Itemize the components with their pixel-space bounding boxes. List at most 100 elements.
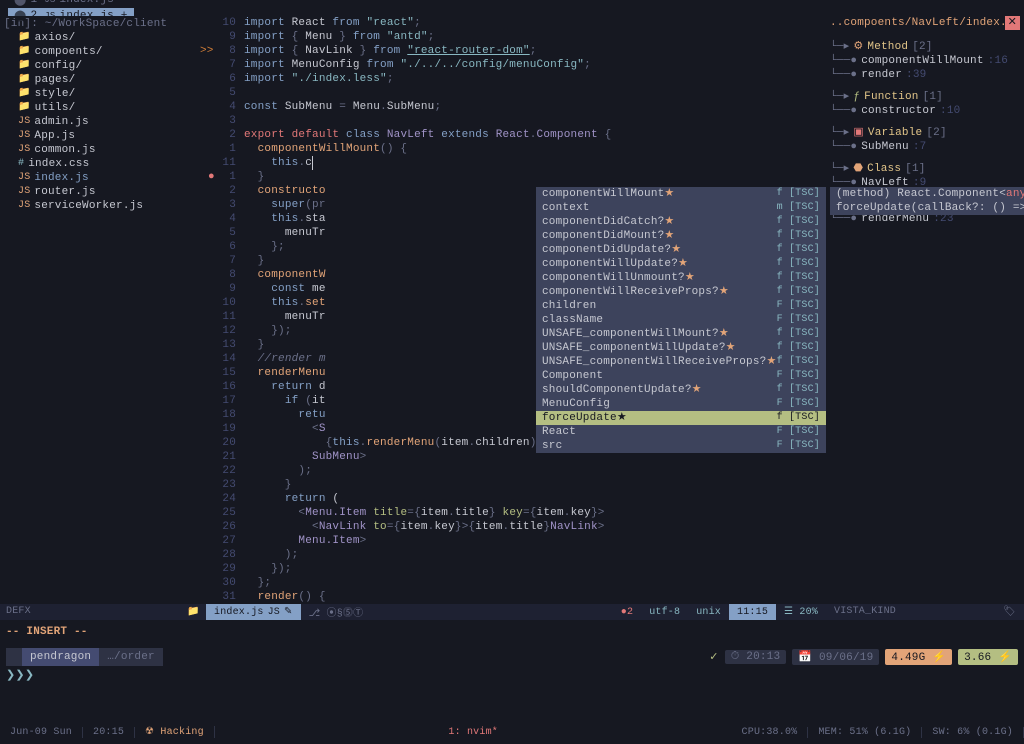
outline-section[interactable]: └─▸ ▣ Variable [2] └──●SubMenu:7 [830, 126, 1020, 162]
apple-icon [6, 648, 22, 666]
code-line[interactable]: >>8import { NavLink } from "react-router… [206, 44, 826, 58]
completion-item[interactable]: componentDidUpdate?★f [TSC] [536, 243, 826, 257]
tree-item-adminjs[interactable]: JS admin.js [4, 115, 202, 129]
tree-item-routerjs[interactable]: JS router.js [4, 185, 202, 199]
tmux-window[interactable]: 1: nvim* [215, 727, 732, 738]
completion-item[interactable]: contextm [TSC] [536, 201, 826, 215]
scroll-pct: ☰ 20% [776, 604, 826, 620]
outline-pane: ..compoents/NavLeft/index.js ✕ └─▸ ⚙ Met… [826, 16, 1024, 604]
completion-item[interactable]: componentWillMount★f [TSC] [536, 187, 826, 201]
close-icon[interactable]: ✕ [1005, 16, 1020, 30]
shell-prompt[interactable]: pendragon …/order ✓ ⏱ 20:13 📅 09/06/19 4… [0, 648, 1024, 688]
completion-item[interactable]: componentWillUpdate?★f [TSC] [536, 257, 826, 271]
tab-index.js[interactable]: ⬤ 1 JS index.js [8, 0, 134, 8]
tmux-time: 20:15 [83, 727, 135, 738]
completion-item[interactable]: componentWillUnmount?★f [TSC] [536, 271, 826, 285]
file-pill: index.js JS ✎ [206, 604, 301, 620]
code-line[interactable]: 31 render() { [206, 590, 826, 604]
code-line[interactable]: 30 }; [206, 576, 826, 590]
prompt-time: ⏱ 20:13 [725, 650, 787, 664]
prompt-date: 📅 09/06/19 [792, 649, 879, 665]
code-line[interactable]: 11 this.c [206, 156, 826, 170]
check-icon: ✓ [709, 650, 718, 664]
completion-item[interactable]: componentDidMount?★f [TSC] [536, 229, 826, 243]
code-line[interactable]: 24 return ( [206, 492, 826, 506]
prompt-mem2: 3.66 ⚡ [958, 649, 1018, 665]
completion-item[interactable]: shouldComponentUpdate?★f [TSC] [536, 383, 826, 397]
tree-item-indexjs[interactable]: JS index.js [4, 171, 202, 185]
completion-item[interactable]: srcF [TSC] [536, 439, 826, 453]
cwd-label: [in]: ~/WorkSpace/client [4, 17, 167, 31]
prompt-user: pendragon [22, 648, 99, 666]
fileformat: unix [688, 604, 729, 620]
encoding: utf-8 [641, 604, 688, 620]
tmux-mem: MEM: 51% (6.1G) [808, 727, 922, 738]
cursor-pos: 11:15 [729, 604, 776, 620]
completion-item[interactable]: ComponentF [TSC] [536, 369, 826, 383]
code-line[interactable]: ●1 } [206, 170, 826, 184]
code-line[interactable]: 3 [206, 114, 826, 128]
git-icons: ⎇ ⦿§⓹Ⓣ [301, 604, 372, 620]
prompt-mem1: 4.49G ⚡ [885, 649, 952, 665]
code-line[interactable]: 23 } [206, 478, 826, 492]
code-line[interactable]: 25 <Menu.Item title={item.title} key={it… [206, 506, 826, 520]
completion-item[interactable]: componentWillReceiveProps?★f [TSC] [536, 285, 826, 299]
modified-icon: ✎ [284, 606, 293, 618]
tmux-date: Jun-09 Sun [0, 727, 83, 738]
mode-label: DEFX [6, 606, 31, 618]
completion-item[interactable]: UNSAFE_componentWillReceiveProps?★f [TSC… [536, 355, 826, 369]
tmux-bar: Jun-09 Sun 20:15 ☢ Hacking 1: nvim* CPU:… [0, 724, 1024, 740]
tree-item-compoents[interactable]: 📁 compoents/ [4, 45, 202, 59]
tree-item-style[interactable]: 📁 style/ [4, 87, 202, 101]
code-line[interactable]: 2export default class NavLeft extends Re… [206, 128, 826, 142]
code-line[interactable]: 6import "./index.less"; [206, 72, 826, 86]
code-line[interactable]: 1 componentWillMount() { [206, 142, 826, 156]
code-line[interactable]: 22 ); [206, 464, 826, 478]
editor-tabs: ⬤ 1 JS index.js ⬤ 2 JS index.js + [0, 0, 1024, 16]
completion-item[interactable]: forceUpdate★f [TSC] [536, 411, 826, 425]
filetype-icon: JS [268, 607, 280, 618]
tree-item-Appjs[interactable]: JS App.js [4, 129, 202, 143]
completion-item[interactable]: ReactF [TSC] [536, 425, 826, 439]
completion-item[interactable]: UNSAFE_componentWillUpdate?★f [TSC] [536, 341, 826, 355]
filename: index.js [214, 607, 264, 618]
error-count: ●2 [613, 604, 641, 620]
prompt-path: …/order [99, 648, 163, 666]
tmux-session: ☢ Hacking [135, 726, 215, 738]
tag-icon: 🏷 [1003, 606, 1016, 618]
tree-item-indexcss[interactable]: # index.css [4, 157, 202, 171]
prompt-caret[interactable]: ❯❯❯ [6, 666, 1018, 684]
code-line[interactable]: 5 [206, 86, 826, 100]
code-line[interactable]: 4const SubMenu = Menu.SubMenu; [206, 100, 826, 114]
completion-item[interactable]: childrenF [TSC] [536, 299, 826, 313]
editor-pane[interactable]: 10import React from "react";9import { Me… [206, 16, 826, 604]
code-line[interactable]: 28 ); [206, 548, 826, 562]
statusline: DEFX 📁 index.js JS ✎ ⎇ ⦿§⓹Ⓣ ●2 utf-8 uni… [0, 604, 1024, 620]
code-line[interactable]: 7import MenuConfig from "./../../config/… [206, 58, 826, 72]
tree-item-config[interactable]: 📁 config/ [4, 59, 202, 73]
vim-mode: -- INSERT -- [0, 620, 1024, 648]
tree-item-commonjs[interactable]: JS common.js [4, 143, 202, 157]
tree-item-serviceWorkerjs[interactable]: JS serviceWorker.js [4, 199, 202, 213]
completion-item[interactable]: componentDidCatch?★f [TSC] [536, 215, 826, 229]
code-line[interactable]: 9import { Menu } from "antd"; [206, 30, 826, 44]
file-tree: [in]: ~/WorkSpace/client 📁 axios/📁 compo… [0, 16, 206, 604]
completion-item[interactable]: MenuConfigF [TSC] [536, 397, 826, 411]
code-line[interactable]: 26 <NavLink to={item.key}>{item.title}Na… [206, 520, 826, 534]
outline-section[interactable]: └─▸ ƒ Function [1] └──●constructor:10 [830, 90, 1020, 126]
tree-item-utils[interactable]: 📁 utils/ [4, 101, 202, 115]
code-line[interactable]: 29 }); [206, 562, 826, 576]
tmux-swap: SW: 6% (0.1G) [922, 727, 1024, 738]
outline-path: ..compoents/NavLeft/index.js [830, 16, 1020, 30]
completion-item[interactable]: UNSAFE_componentWillMount?★f [TSC] [536, 327, 826, 341]
tree-item-pages[interactable]: 📁 pages/ [4, 73, 202, 87]
code-line[interactable]: 27 Menu.Item> [206, 534, 826, 548]
outline-section[interactable]: └─▸ ⚙ Method [2] └──●componentWillMount:… [830, 40, 1020, 90]
tree-item-axios[interactable]: 📁 axios/ [4, 31, 202, 45]
tmux-cpu: CPU:38.0% [732, 727, 809, 738]
completion-popup[interactable]: componentWillMount★f [TSC]contextm [TSC]… [536, 187, 826, 453]
code-line[interactable]: 10import React from "react"; [206, 16, 826, 30]
completion-item[interactable]: classNameF [TSC] [536, 313, 826, 327]
vista-label: VISTA_KIND [834, 606, 896, 618]
folder-icon: 📁 [187, 606, 200, 618]
